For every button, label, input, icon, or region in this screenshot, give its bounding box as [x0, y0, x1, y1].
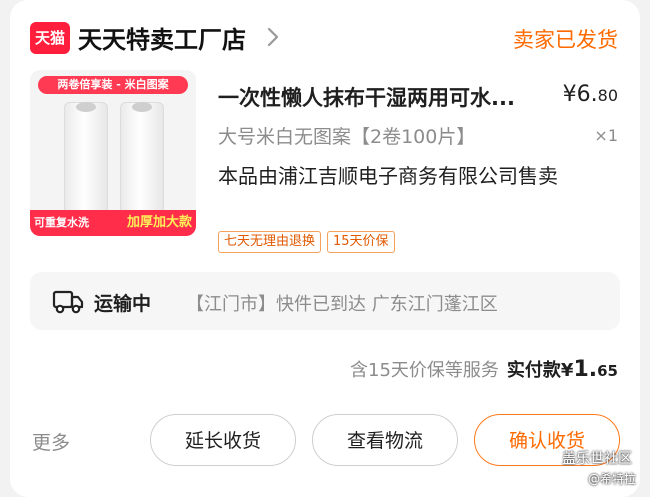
- product-quantity: ×1: [594, 126, 618, 145]
- extend-receipt-button[interactable]: 延长收货: [150, 414, 296, 466]
- towel-roll-image: [120, 102, 164, 222]
- chevron-right-icon[interactable]: [266, 25, 280, 49]
- product-title[interactable]: 一次性懒人抹布干湿两用可水...: [218, 82, 515, 112]
- order-status: 卖家已发货: [513, 28, 618, 52]
- product-price: ¥6.80: [563, 82, 618, 107]
- amount-int: 1.: [573, 357, 598, 382]
- product-image[interactable]: 两卷倍享装 - 米白图案 可重复水洗 加厚加大款: [30, 70, 196, 236]
- service-note: 含15天价保等服务: [350, 360, 499, 381]
- price-cents: 80: [597, 86, 618, 105]
- amount-cents: 65: [597, 362, 618, 380]
- logistics-detail: 【江门市】快件已到达 广东江门蓬江区: [186, 294, 498, 315]
- seller-note: 本品由浦江吉顺电子商务有限公司售卖: [218, 164, 558, 188]
- image-banner-left: 可重复水洗: [34, 216, 89, 229]
- service-tags: 七天无理由退换 15天价保: [218, 230, 401, 253]
- towel-roll-image: [64, 102, 108, 222]
- currency: ¥: [560, 360, 574, 381]
- image-ribbon: 两卷倍享装 - 米白图案: [38, 76, 188, 94]
- truck-icon: [52, 290, 84, 314]
- tag-price-protect: 15天价保: [327, 231, 395, 253]
- image-banner: 可重复水洗 加厚加大款: [30, 210, 196, 236]
- watermark-text: 盖乐世社区: [562, 451, 632, 467]
- paid-amount: ¥1.65: [560, 357, 618, 382]
- order-card: 天猫 天天特卖工厂店 卖家已发货 两卷倍享装 - 米白图案 可重复水洗 加厚加大…: [10, 0, 640, 497]
- image-banner-right: 加厚加大款: [126, 215, 192, 230]
- logistics-status: 运输中: [94, 293, 152, 315]
- more-button[interactable]: 更多: [32, 428, 70, 455]
- tag-return: 七天无理由退换: [218, 231, 322, 253]
- view-logistics-button[interactable]: 查看物流: [312, 414, 458, 466]
- paid-label: 实付款: [506, 360, 561, 381]
- watermark-author: @希特拉: [588, 472, 637, 486]
- logistics-bar[interactable]: 运输中 【江门市】快件已到达 广东江门蓬江区: [30, 272, 620, 330]
- price-main: ¥6.: [562, 82, 598, 107]
- product-spec: 大号米白无图案【2卷100片】: [218, 126, 476, 148]
- payment-summary: 含15天价保等服务 实付款¥1.65: [350, 356, 618, 382]
- tmall-badge: 天猫: [30, 22, 70, 54]
- store-name[interactable]: 天天特卖工厂店: [78, 20, 246, 55]
